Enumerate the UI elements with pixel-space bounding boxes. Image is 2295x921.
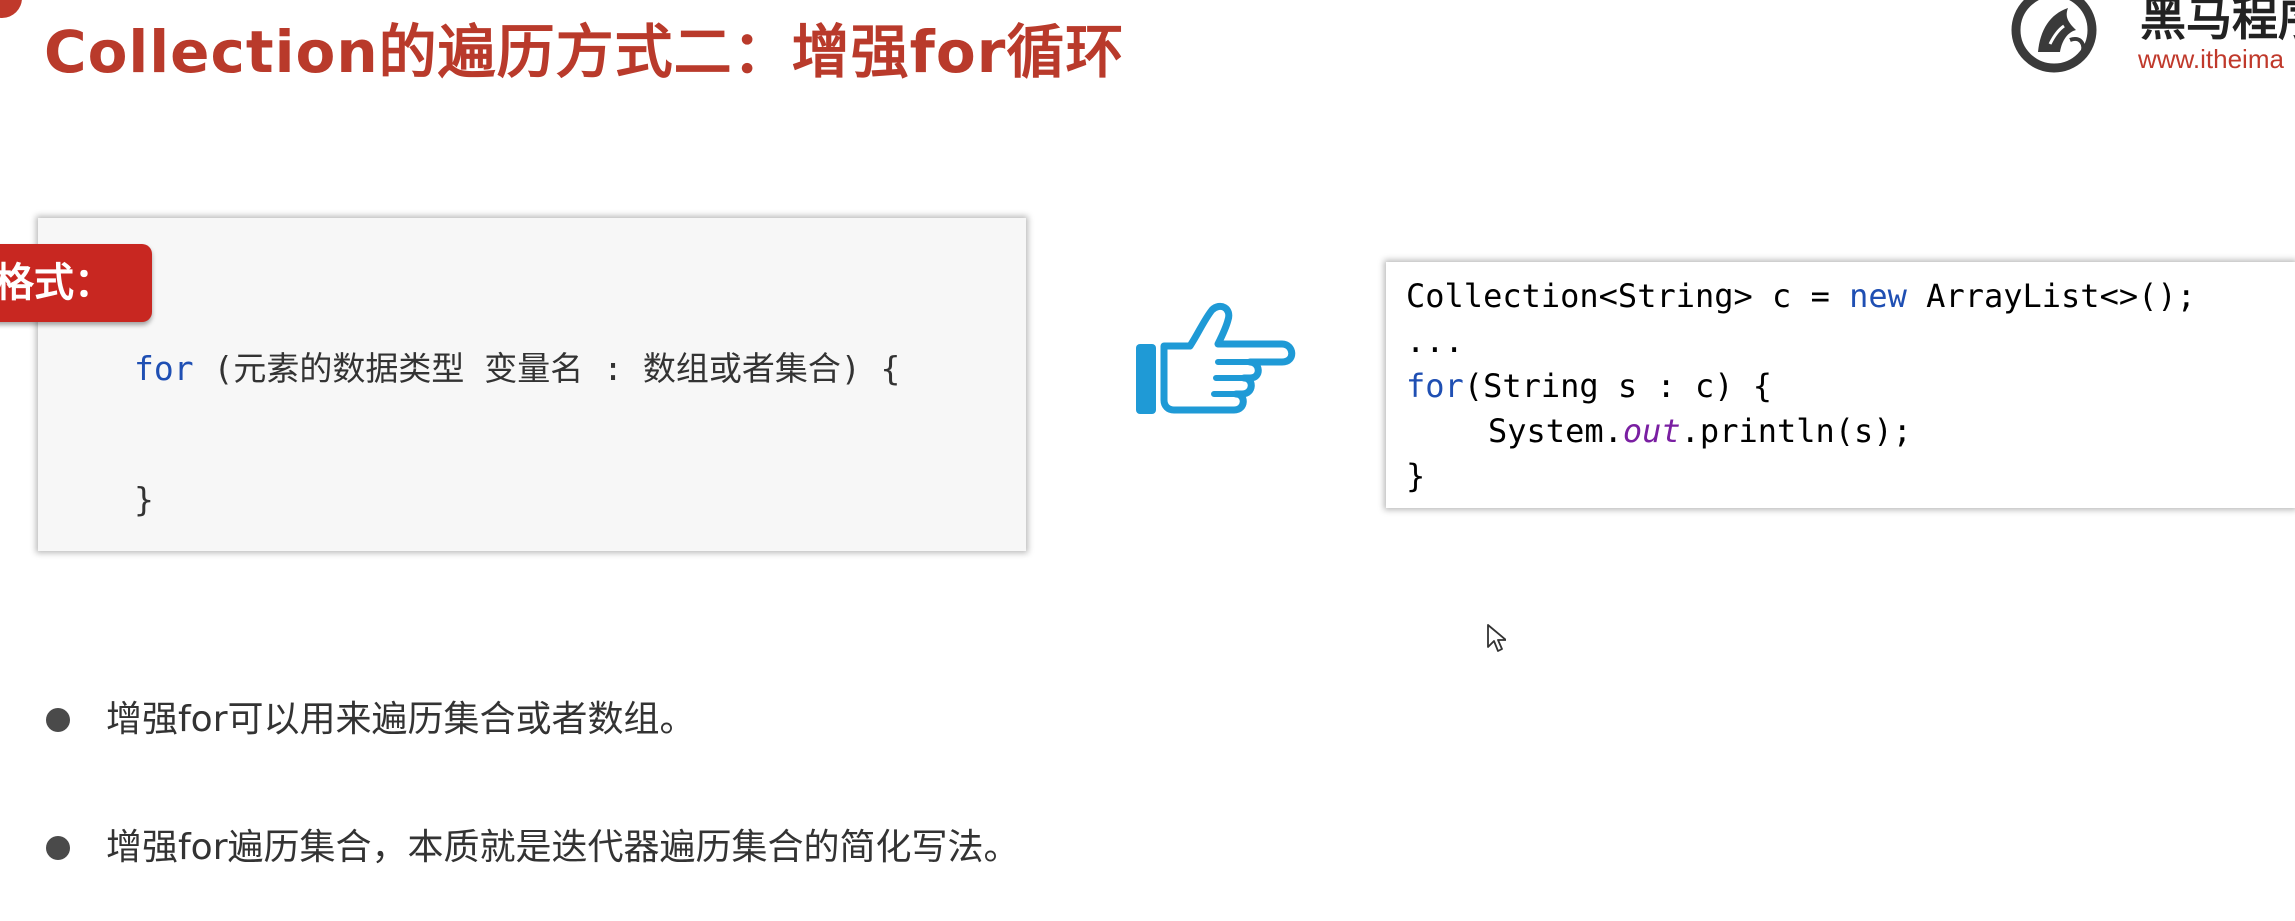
code-line-5: } [1406, 457, 1426, 495]
code-example-card: Collection<String> c = new ArrayList<>()… [1386, 262, 2295, 508]
code-line-3-rest: (String s : c) { [1463, 367, 1773, 405]
syntax-keyword-for: for [134, 349, 194, 388]
format-label-tag: 格式： [0, 244, 152, 322]
code-line-1-part-a: Collection<String> c = [1406, 277, 1850, 315]
syntax-line-for: for (元素的数据类型 变量名 : 数组或者集合) { [134, 342, 900, 390]
syntax-card: for (元素的数据类型 变量名 : 数组或者集合) { } [38, 218, 1026, 551]
code-keyword-for: for [1406, 367, 1464, 405]
syntax-for-header: (元素的数据类型 变量名 : 数组或者集合) { [193, 349, 901, 388]
code-line-3: for(String s : c) { [1406, 364, 1772, 409]
bullet-text: 增强for可以用来遍历集合或者数组。 [106, 699, 696, 740]
mouse-cursor-icon [1487, 624, 1506, 652]
code-line-4-part-b: .println(s); [1680, 412, 1912, 450]
code-line-4: System.out.println(s); [1488, 409, 1912, 454]
pointing-hand-icon [1136, 302, 1296, 414]
brand-logo: 黑马程序 www.itheima [2010, 0, 2295, 80]
bullet-dot-icon [46, 708, 70, 732]
code-line-2: ... [1406, 322, 1464, 360]
page-title: Collection的遍历方式二：增强for循环 [44, 18, 1125, 86]
code-line-1: Collection<String> c = new ArrayList<>()… [1406, 274, 2196, 319]
syntax-closing-brace: } [134, 480, 154, 519]
brand-url: www.itheima [2138, 44, 2284, 74]
code-line-1-part-b: ArrayList<>(); [1906, 277, 2196, 315]
brand-name: 黑马程序 [2140, 0, 2295, 46]
code-field-out: out [1622, 412, 1681, 450]
bullet-text: 增强for遍历集合，本质就是迭代器遍历集合的简化写法。 [106, 827, 1020, 868]
code-line-4-part-a: System. [1488, 412, 1623, 450]
horse-logo-icon [2011, 0, 2097, 73]
code-keyword-new: new [1849, 277, 1907, 315]
bullet-dot-icon [46, 836, 70, 860]
corner-decoration [0, 0, 22, 18]
